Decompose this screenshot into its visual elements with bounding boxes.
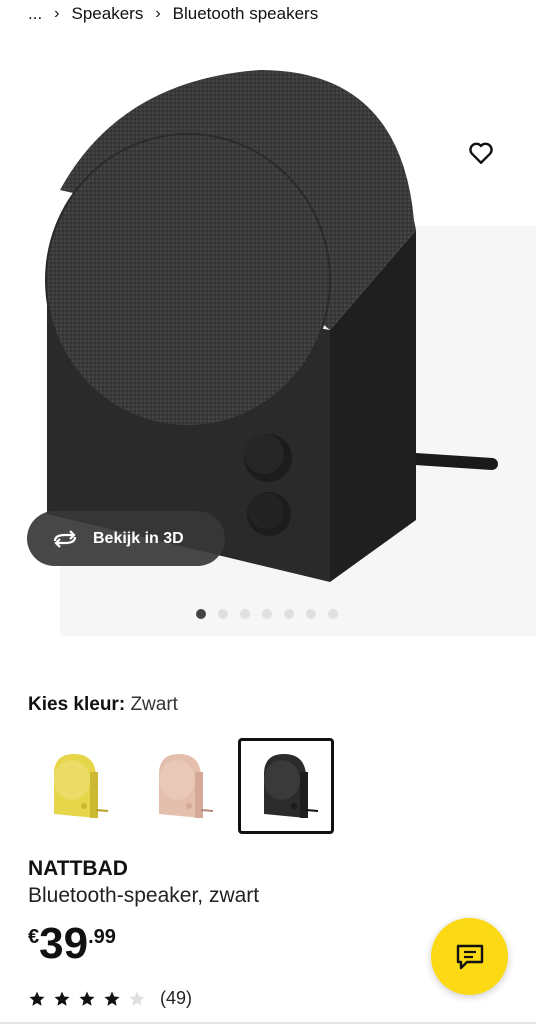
star-filled-icon [103, 990, 121, 1008]
favorite-button[interactable] [464, 136, 498, 170]
pagination-dot[interactable] [306, 609, 316, 619]
price-decimal: .99 [88, 926, 116, 948]
price-currency: € [28, 926, 40, 948]
product-price: € 39 .99 [28, 920, 116, 968]
pagination-dot[interactable] [328, 609, 338, 619]
speaker-thumbnail [54, 754, 109, 818]
product-description: Bluetooth-speaker, zwart [28, 884, 260, 907]
pagination-dot[interactable] [262, 609, 272, 619]
pagination-dot[interactable] [284, 609, 294, 619]
chevron-right-icon: › [155, 5, 161, 22]
product-name: NATTBAD [28, 857, 128, 880]
speaker-thumbnail [159, 754, 214, 818]
breadcrumb-item-speakers[interactable]: Speakers [72, 4, 144, 24]
pagination-dot[interactable] [240, 609, 250, 619]
view-in-3d-button[interactable]: Bekijk in 3D [27, 511, 225, 566]
color-swatch-yellow[interactable] [28, 738, 124, 834]
color-choice-label: Kies kleur: Zwart [28, 694, 178, 716]
chevron-right-icon: › [54, 5, 60, 22]
heart-outline-icon [469, 142, 493, 164]
star-empty-icon [128, 990, 146, 1008]
star-filled-icon [78, 990, 96, 1008]
pagination-dot[interactable] [196, 609, 206, 619]
color-choice-heading: Kies kleur: [28, 694, 126, 715]
breadcrumb-item-bluetooth-speakers[interactable]: Bluetooth speakers [173, 4, 319, 24]
price-integer: 39 [39, 919, 89, 968]
chat-button[interactable] [431, 918, 508, 995]
view-in-3d-label: Bekijk in 3D [93, 529, 184, 547]
speaker-thumbnail [264, 754, 319, 818]
color-swatches [28, 738, 334, 834]
breadcrumb: ... › Speakers › Bluetooth speakers [28, 0, 318, 28]
rating-stars [28, 990, 146, 1008]
breadcrumb-item-more[interactable]: ... [28, 4, 42, 24]
gallery-pagination [196, 609, 338, 619]
pagination-dot[interactable] [218, 609, 228, 619]
chat-bubble-icon [456, 944, 483, 969]
color-swatch-black[interactable] [238, 738, 334, 834]
product-rating[interactable]: (49) [28, 988, 192, 1009]
star-filled-icon [28, 990, 46, 1008]
selected-color: Zwart [130, 694, 178, 715]
color-swatch-pink[interactable] [133, 738, 229, 834]
star-filled-icon [53, 990, 71, 1008]
rating-count: (49) [160, 988, 193, 1008]
rotate-3d-icon [51, 529, 79, 549]
